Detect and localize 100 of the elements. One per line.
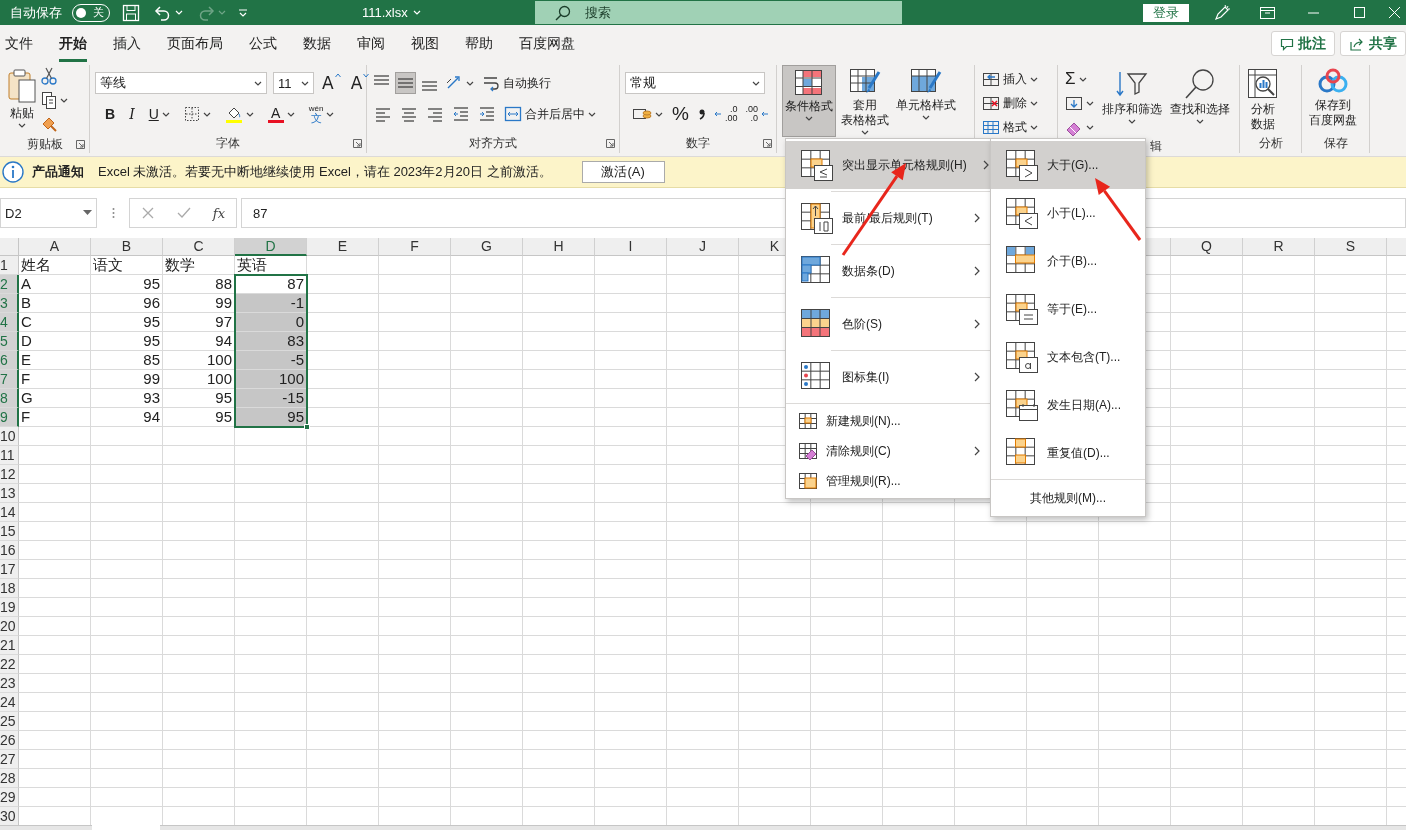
middle-align-button[interactable]	[395, 72, 416, 94]
insert-function-button[interactable]: fx	[212, 205, 225, 221]
font-color-button[interactable]: A	[265, 103, 297, 125]
row-header[interactable]: 4	[0, 313, 19, 332]
dialog-launcher-icon[interactable]	[606, 139, 615, 148]
copy-button[interactable]	[39, 89, 70, 111]
ribbon-tab[interactable]: 公式	[249, 25, 277, 62]
share-button[interactable]: 共享	[1340, 31, 1406, 56]
search-field[interactable]: 搜索	[535, 1, 902, 24]
underline-button[interactable]: U	[146, 103, 172, 125]
autosum-button[interactable]: Σ	[1063, 68, 1096, 90]
menu-item[interactable]: 等于(E)...	[991, 285, 1145, 333]
comments-button[interactable]: 批注	[1271, 31, 1335, 56]
row-header[interactable]: 17	[0, 560, 19, 579]
cell-styles-button[interactable]: 单元格样式	[894, 65, 958, 137]
menu-item[interactable]: 大于(G)...	[991, 141, 1145, 189]
ribbon-tab[interactable]: 帮助	[465, 25, 493, 62]
delete-button[interactable]: 删除	[980, 92, 1040, 114]
decrease-decimal-button[interactable]: .00 .0	[743, 103, 771, 125]
font-name-dropdown[interactable]: 等线	[95, 72, 267, 94]
row-header[interactable]: 5	[0, 332, 19, 351]
row-header[interactable]: 18	[0, 579, 19, 598]
row-header[interactable]: 7	[0, 370, 19, 389]
menu-item[interactable]: 文本包含(T)...	[991, 333, 1145, 381]
row-header[interactable]: 8	[0, 389, 19, 408]
row-header[interactable]: 2	[0, 275, 19, 294]
row-header[interactable]: 14	[0, 503, 19, 522]
format-as-table-button[interactable]: 套用 表格格式	[839, 65, 891, 137]
row-header[interactable]: 3	[0, 294, 19, 313]
row-header[interactable]: 19	[0, 598, 19, 617]
menu-item[interactable]: 管理规则(R)...	[786, 466, 990, 496]
row-header[interactable]: 23	[0, 674, 19, 693]
menu-item[interactable]: 重复值(D)...	[991, 429, 1145, 477]
ribbon-tab[interactable]: 文件	[5, 25, 33, 62]
ribbon-tab[interactable]: 插入	[113, 25, 141, 62]
save-to-cloud-button[interactable]: 保存到 百度网盘	[1307, 65, 1359, 134]
row-header[interactable]: 24	[0, 693, 19, 712]
row-header[interactable]: 21	[0, 636, 19, 655]
decrease-font-button[interactable]: A	[348, 73, 372, 93]
number-format-dropdown[interactable]: 常规	[625, 72, 765, 94]
row-header[interactable]: 25	[0, 712, 19, 731]
row-header[interactable]: 12	[0, 465, 19, 484]
menu-item[interactable]: 突出显示单元格规则(H)	[786, 141, 990, 189]
menu-item[interactable]: 清除规则(C)	[786, 436, 990, 466]
row-header[interactable]: 22	[0, 655, 19, 674]
menu-item[interactable]: 发生日期(A)...	[991, 381, 1145, 429]
dialog-launcher-icon[interactable]	[763, 139, 772, 148]
fill-handle[interactable]	[304, 424, 310, 430]
insert-button[interactable]: 插入	[980, 68, 1040, 90]
sort-filter-button[interactable]: 排序和筛选	[1100, 65, 1164, 138]
row-header[interactable]: 6	[0, 351, 19, 370]
increase-font-button[interactable]: A	[320, 73, 343, 93]
row-header[interactable]: 27	[0, 750, 19, 769]
menu-item[interactable]: 图标集(I)	[786, 353, 990, 401]
merge-center-button[interactable]: 合并后居中	[502, 103, 598, 125]
wrap-text-button[interactable]: 自动换行	[480, 72, 553, 94]
row-header[interactable]: 29	[0, 788, 19, 807]
row-header[interactable]: 16	[0, 541, 19, 560]
paste-button[interactable]: 粘贴	[5, 65, 39, 135]
customize-icon[interactable]	[238, 7, 248, 18]
ribbon-display-icon[interactable]	[1258, 4, 1276, 21]
font-size-dropdown[interactable]: 11	[273, 72, 314, 94]
row-header[interactable]: 10	[0, 427, 19, 446]
row-header[interactable]: 20	[0, 617, 19, 636]
activate-button[interactable]: 激活(A)	[581, 161, 665, 183]
bold-button[interactable]: B	[103, 103, 118, 125]
increase-decimal-button[interactable]: .0 .00	[711, 103, 740, 125]
clipboard-icon	[7, 68, 37, 104]
ribbon-tab[interactable]: 审阅	[357, 25, 385, 62]
phonetic-button[interactable]: wén 文	[306, 103, 337, 125]
pen-icon[interactable]	[1212, 4, 1230, 21]
ribbon-tab[interactable]: 视图	[411, 25, 439, 62]
dialog-launcher-icon[interactable]	[76, 139, 85, 149]
ribbon-tab[interactable]: 页面布局	[167, 25, 223, 62]
ribbon-tab[interactable]: 百度网盘	[519, 25, 575, 62]
find-select-button[interactable]: 查找和选择	[1168, 65, 1232, 138]
caret-icon	[805, 116, 813, 121]
dialog-launcher-icon[interactable]	[353, 139, 362, 148]
row-header[interactable]: 9	[0, 408, 19, 427]
row-header[interactable]: 1	[0, 256, 19, 275]
format-button[interactable]: 格式	[980, 116, 1040, 138]
conditional-format-button[interactable]: 条件格式	[782, 65, 836, 137]
ribbon-tab[interactable]: 数据	[303, 25, 331, 62]
name-box[interactable]: D2	[0, 198, 97, 228]
row-header[interactable]: 15	[0, 522, 19, 541]
row-header[interactable]: 13	[0, 484, 19, 503]
menu-item[interactable]: 介于(B)...	[991, 237, 1145, 285]
row-header[interactable]: 11	[0, 446, 19, 465]
row-header[interactable]: 26	[0, 731, 19, 750]
row-header[interactable]: 28	[0, 769, 19, 788]
analyze-data-button[interactable]: 分析 数据	[1245, 65, 1281, 134]
percent-button[interactable]: %	[669, 103, 692, 125]
more-rules-item[interactable]: 其他规则(M)...	[991, 482, 1145, 514]
italic-button[interactable]: I	[127, 103, 137, 125]
column-header[interactable]: D	[235, 238, 307, 256]
menu-item[interactable]: 色阶(S)	[786, 300, 990, 348]
file-name[interactable]: 111.xlsx	[362, 5, 421, 20]
sign-in-button[interactable]: 登录	[1143, 3, 1189, 22]
caret-icon	[1030, 124, 1038, 130]
menu-item[interactable]: 新建规则(N)...	[786, 406, 990, 436]
